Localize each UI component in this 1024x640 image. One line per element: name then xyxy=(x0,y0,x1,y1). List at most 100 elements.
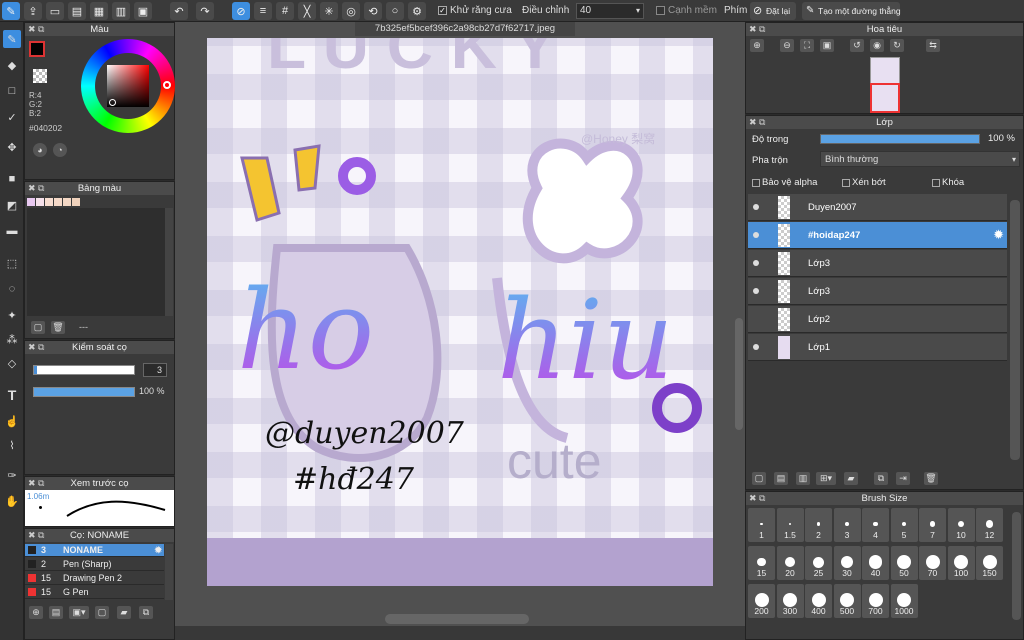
layer-row[interactable]: #hoidap247 ✹ xyxy=(748,222,1007,249)
visibility-icon[interactable] xyxy=(753,344,759,350)
brush-size-preset[interactable]: 40 xyxy=(862,546,889,580)
close-icon[interactable]: ✖ ⧉ xyxy=(28,182,44,195)
layer-row[interactable]: Lớp3 xyxy=(748,278,1007,305)
brush-size-preset[interactable]: 25 xyxy=(805,546,832,580)
brush-item[interactable]: 15 G Pen xyxy=(25,586,164,599)
window-icon[interactable]: ▣ xyxy=(134,2,152,20)
brush-size-preset[interactable]: 1 xyxy=(748,508,775,542)
brush-item[interactable]: 15 Drawing Pen 2 xyxy=(25,572,164,585)
fit-icon[interactable]: ⛶ xyxy=(800,39,814,52)
navigator-thumbnail[interactable] xyxy=(870,57,900,113)
new-layer-icon[interactable]: ▢ xyxy=(752,472,766,485)
magic-wand-tool-icon[interactable]: ✦ xyxy=(3,306,21,324)
brush-size-preset[interactable]: 3 xyxy=(833,508,861,542)
duplicate-icon[interactable]: ⧉ xyxy=(139,606,153,619)
chat-icon[interactable]: ▭ xyxy=(46,2,64,20)
fill-rect-tool-icon[interactable]: ■ xyxy=(3,170,21,188)
pen-tool-icon[interactable]: ✑ xyxy=(3,466,21,484)
brush-item[interactable]: 2 Pen (Sharp) xyxy=(25,558,164,571)
brush-size-preset[interactable]: 100 xyxy=(947,546,975,580)
brush-item[interactable]: 3 NONAME ✹ xyxy=(25,544,164,557)
layers-scrollbar[interactable] xyxy=(1010,200,1020,460)
brush-opacity-slider[interactable] xyxy=(33,387,135,397)
layers-toggle-icon[interactable]: ▤ xyxy=(68,2,86,20)
undo-icon[interactable]: ↶ xyxy=(170,2,188,20)
visibility-icon[interactable] xyxy=(753,260,759,266)
eyedropper-tool-icon[interactable]: ⌇ xyxy=(3,436,21,454)
brush-size-preset[interactable]: 50 xyxy=(890,546,918,580)
brush-size-preset[interactable]: 15 xyxy=(748,546,775,580)
snap-off-icon[interactable]: ⊘ xyxy=(232,2,250,20)
adjust-select[interactable]: 40 ▾ xyxy=(576,3,644,19)
brush-mode-icon[interactable]: ✎ xyxy=(2,2,20,20)
canvas-page[interactable]: L U C K Y ho hiu cute @Honey 梨窝 @duyen20… xyxy=(207,38,713,586)
new-8bit-layer-icon[interactable]: ▥ xyxy=(796,472,810,485)
reset-button[interactable]: ⊘ Đặt lại xyxy=(750,2,796,20)
snap-settings-icon[interactable]: ⚙ xyxy=(408,2,426,20)
actual-size-icon[interactable]: ▣ xyxy=(820,39,834,52)
snap-radial-icon[interactable]: ✳ xyxy=(320,2,338,20)
close-icon[interactable]: ✖ ⧉ xyxy=(28,477,44,490)
new-halftone-layer-icon[interactable]: ▤ xyxy=(774,472,788,485)
panel-toggle-icon[interactable]: ▦ xyxy=(90,2,108,20)
brush-size-preset[interactable]: 10 xyxy=(947,508,975,542)
select-brush-tool-icon[interactable]: ⁂ xyxy=(3,330,21,348)
palette-swatch[interactable] xyxy=(27,198,35,206)
layer-opacity-slider[interactable] xyxy=(820,134,980,144)
palette-swatch[interactable] xyxy=(36,198,44,206)
antialias-checkbox[interactable]: ✓ xyxy=(438,6,447,15)
grid-toggle-icon[interactable]: ▥ xyxy=(112,2,130,20)
folder-icon[interactable]: ▰ xyxy=(844,472,858,485)
brush-size-preset[interactable]: 2 xyxy=(805,508,832,542)
foreground-color-swatch[interactable] xyxy=(29,41,45,57)
brush-size-preset[interactable]: 12 xyxy=(976,508,1003,542)
snap-grid-icon[interactable]: # xyxy=(276,2,294,20)
select-eraser-tool-icon[interactable]: ◇ xyxy=(3,354,21,372)
visibility-icon[interactable] xyxy=(753,204,759,210)
brush-size-preset[interactable]: 400 xyxy=(805,584,832,618)
text-tool-icon[interactable]: T xyxy=(3,386,21,404)
select-pen-tool-icon[interactable]: ✓ xyxy=(3,108,21,126)
bucket-tool-icon[interactable]: ◩ xyxy=(3,196,21,214)
snap-ellipse-icon[interactable]: ○ xyxy=(386,2,404,20)
snap-circle-icon[interactable]: ◎ xyxy=(342,2,360,20)
brush-size-value[interactable]: 3 xyxy=(143,363,167,377)
brush-size-slider[interactable] xyxy=(33,365,135,375)
brush-doc-icon[interactable]: ▢ xyxy=(95,606,109,619)
palette-swatch[interactable] xyxy=(54,198,62,206)
brush-size-preset[interactable]: 1.5 xyxy=(776,508,804,542)
save-icon[interactable]: ⇪ xyxy=(24,2,42,20)
brush-size-preset[interactable]: 200 xyxy=(748,584,775,618)
palette-icon[interactable]: ◕ xyxy=(33,143,47,157)
add-layer-menu-icon[interactable]: ⊞▾ xyxy=(816,472,836,485)
close-icon[interactable]: ✖ ⧉ xyxy=(28,341,44,354)
zoom-out-icon[interactable]: ⊖ xyxy=(780,39,794,52)
new-palette-icon[interactable]: ▢ xyxy=(31,321,45,334)
brush-size-preset[interactable]: 700 xyxy=(862,584,889,618)
rotate-right-icon[interactable]: ↻ xyxy=(890,39,904,52)
add-brush-icon[interactable]: ⊕ xyxy=(29,606,43,619)
flip-icon[interactable]: ⇆ xyxy=(926,39,940,52)
duplicate-layer-icon[interactable]: ⧉ xyxy=(874,472,888,485)
soft-edge-checkbox[interactable] xyxy=(656,6,665,15)
rotate-left-icon[interactable]: ↺ xyxy=(850,39,864,52)
brush-tool-icon[interactable]: ✎ xyxy=(3,30,21,48)
zoom-in-icon[interactable]: ⊕ xyxy=(750,39,764,52)
document-tab[interactable]: 7b325ef5bcef396c2a98cb27d7f62717.jpeg xyxy=(355,22,575,36)
brush-size-preset[interactable]: 5 xyxy=(890,508,918,542)
brush-list-scrollbar[interactable] xyxy=(165,544,173,600)
layer-row[interactable]: Lớp3 xyxy=(748,250,1007,277)
folder-icon[interactable]: ▰ xyxy=(117,606,131,619)
visibility-icon[interactable] xyxy=(753,232,759,238)
palette-settings-icon[interactable]: ◔ xyxy=(53,143,67,157)
vertical-scrollbar[interactable] xyxy=(735,318,743,430)
lock-checkbox[interactable] xyxy=(932,179,940,187)
brush-size-preset[interactable]: 500 xyxy=(833,584,861,618)
gradient-tool-icon[interactable]: ▬ xyxy=(3,222,21,240)
snap-parallel-icon[interactable]: ≡ xyxy=(254,2,272,20)
hand-tool-icon[interactable]: ✋ xyxy=(3,492,21,510)
brush-menu-icon[interactable]: ▣▾ xyxy=(69,606,89,619)
horizontal-scrollbar[interactable] xyxy=(385,614,529,624)
brush-group-icon[interactable]: ▤ xyxy=(49,606,63,619)
delete-palette-icon[interactable]: 🗑 xyxy=(51,321,65,334)
